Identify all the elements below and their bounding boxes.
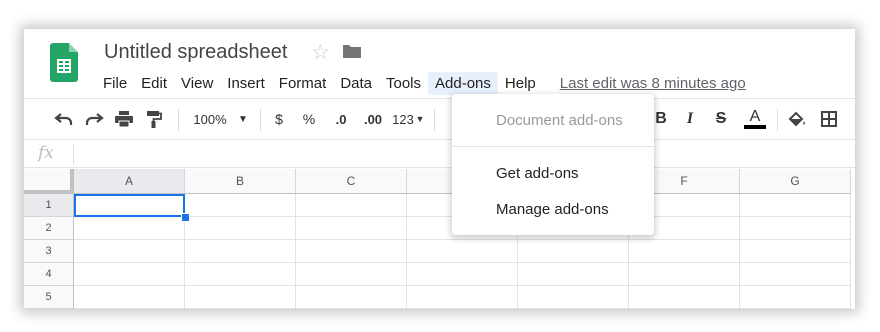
print-icon[interactable] — [112, 108, 136, 130]
selected-cell-a1[interactable] — [74, 194, 185, 217]
menu-item-manage-add-ons[interactable]: Manage add-ons — [496, 201, 609, 218]
toolbar-divider — [260, 109, 261, 131]
bold-button[interactable]: B — [651, 108, 671, 130]
menu-data[interactable]: Data — [333, 72, 379, 95]
decrease-decimal-button[interactable]: .0 — [328, 108, 354, 130]
add-ons-dropdown-menu: Document add-ons Get add-ons Manage add-… — [452, 94, 654, 235]
grid-cell[interactable] — [296, 240, 407, 263]
undo-icon[interactable] — [52, 108, 76, 130]
grid-cell[interactable] — [518, 286, 629, 309]
grid-cell[interactable] — [185, 286, 296, 309]
row-header-2[interactable]: 2 — [24, 217, 74, 240]
grid-cell[interactable] — [740, 217, 851, 240]
menu-item-document-add-ons: Document add-ons — [496, 112, 623, 129]
menu-tools[interactable]: Tools — [379, 72, 428, 95]
menu-add-ons[interactable]: Add-ons — [428, 71, 498, 95]
menu-bar: File Edit View Insert Format Data Tools … — [96, 71, 746, 95]
toolbar: 100% ▼ $ % .0 .00 123 ▼ B I S A — [24, 98, 855, 140]
formula-bar-divider — [73, 144, 74, 164]
menu-view[interactable]: View — [174, 72, 220, 95]
grid-cell[interactable] — [740, 286, 851, 309]
function-icon: fx — [38, 143, 54, 163]
italic-button[interactable]: I — [680, 108, 700, 130]
sheets-logo-icon[interactable] — [50, 43, 78, 82]
grid-cell[interactable] — [629, 240, 740, 263]
grid-cell[interactable] — [296, 263, 407, 286]
star-icon[interactable]: ☆ — [311, 40, 330, 65]
grid-cell[interactable] — [185, 217, 296, 240]
menu-help[interactable]: Help — [498, 72, 543, 95]
document-title[interactable]: Untitled spreadsheet — [104, 41, 287, 64]
last-edit-link[interactable]: Last edit was 8 minutes ago — [560, 75, 746, 92]
strikethrough-button[interactable]: S — [710, 108, 732, 130]
toolbar-divider — [178, 109, 179, 131]
toolbar-divider — [777, 109, 778, 131]
grid-cell[interactable] — [740, 240, 851, 263]
menu-item-get-add-ons[interactable]: Get add-ons — [496, 165, 579, 182]
text-color-swatch — [744, 125, 766, 129]
folder-icon[interactable] — [342, 43, 362, 59]
grid-cell[interactable] — [740, 263, 851, 286]
grid-cell[interactable] — [518, 240, 629, 263]
menu-insert[interactable]: Insert — [220, 72, 272, 95]
menu-format[interactable]: Format — [272, 72, 334, 95]
row-header-1[interactable]: 1 — [24, 194, 74, 217]
grid-cell[interactable] — [185, 240, 296, 263]
grid-cell[interactable] — [74, 263, 185, 286]
paint-format-icon[interactable] — [142, 108, 166, 130]
grid-cell[interactable] — [518, 263, 629, 286]
formula-bar: fx — [24, 140, 855, 168]
menu-file[interactable]: File — [96, 72, 134, 95]
row-header-4[interactable]: 4 — [24, 263, 74, 286]
menu-divider — [452, 146, 654, 147]
grid-cell[interactable] — [629, 286, 740, 309]
more-formats-chevron-down-icon[interactable]: ▼ — [415, 108, 425, 130]
grid-cell[interactable] — [74, 286, 185, 309]
column-header-a[interactable]: A — [74, 169, 185, 194]
grid-cell[interactable] — [296, 194, 407, 217]
fill-color-icon[interactable] — [786, 108, 808, 130]
fill-handle[interactable] — [181, 213, 190, 222]
sheets-window: Untitled spreadsheet ☆ File Edit View In… — [24, 29, 855, 309]
grid-cell[interactable] — [296, 217, 407, 240]
percent-format-button[interactable]: % — [298, 108, 320, 130]
grid-cell[interactable] — [407, 263, 518, 286]
column-header-c[interactable]: C — [296, 169, 407, 194]
text-color-letter: A — [749, 108, 761, 125]
borders-icon[interactable] — [818, 108, 840, 130]
more-formats-button[interactable]: 123 — [390, 108, 416, 130]
column-header-g[interactable]: G — [740, 169, 851, 194]
toolbar-divider — [434, 109, 435, 131]
grid-cell[interactable] — [407, 240, 518, 263]
row-header-3[interactable]: 3 — [24, 240, 74, 263]
grid-cell[interactable] — [740, 194, 851, 217]
grid-cell[interactable] — [629, 263, 740, 286]
grid-cell[interactable] — [74, 217, 185, 240]
grid-cell[interactable] — [185, 263, 296, 286]
grid-cell[interactable] — [407, 286, 518, 309]
zoom-chevron-down-icon[interactable]: ▼ — [236, 108, 250, 130]
grid-cell[interactable] — [74, 240, 185, 263]
select-all-corner[interactable] — [24, 169, 74, 194]
redo-icon[interactable] — [82, 108, 106, 130]
menu-edit[interactable]: Edit — [134, 72, 174, 95]
increase-decimal-button[interactable]: .00 — [358, 108, 388, 130]
currency-format-button[interactable]: $ — [268, 108, 290, 130]
zoom-select[interactable]: 100% — [190, 108, 230, 130]
column-header-b[interactable]: B — [185, 169, 296, 194]
grid-cell[interactable] — [296, 286, 407, 309]
grid-cell[interactable] — [185, 194, 296, 217]
text-color-button[interactable]: A — [742, 108, 768, 130]
row-header-5[interactable]: 5 — [24, 286, 74, 309]
